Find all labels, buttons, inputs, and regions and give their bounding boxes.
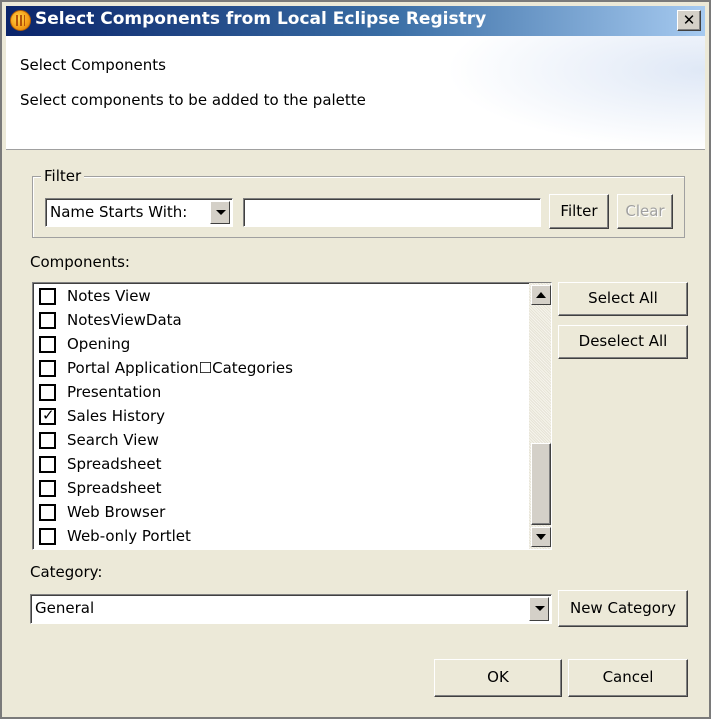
filter-legend: Filter	[41, 167, 85, 185]
component-label: Presentation	[67, 383, 162, 401]
dialog-header: Select Components Select components to b…	[6, 36, 705, 150]
window-title: Select Components from Local Eclipse Reg…	[35, 9, 487, 29]
filter-group: Filter Name Starts With: Filter Clear	[32, 167, 685, 238]
list-item[interactable]: Opening	[39, 333, 519, 356]
deselect-all-label: Deselect All	[578, 332, 668, 350]
chevron-down-icon[interactable]	[529, 597, 549, 621]
list-item[interactable]: Web-only Portlet	[39, 525, 519, 548]
component-label: Portal Application☐Categories	[67, 359, 293, 377]
header-description: Select components to be added to the pal…	[20, 91, 366, 109]
list-item[interactable]: Presentation	[39, 381, 519, 404]
list-item[interactable]: Portal Application☐Categories	[39, 357, 519, 380]
component-label: Web-only Portlet	[67, 527, 191, 545]
list-item[interactable]: Sales History	[39, 405, 519, 428]
component-label: Notes View	[67, 287, 151, 305]
component-label: Search View	[67, 431, 159, 449]
category-value: General	[35, 599, 95, 617]
clear-button-label: Clear	[625, 202, 665, 220]
new-category-label: New Category	[569, 599, 676, 617]
component-checkbox[interactable]	[39, 528, 56, 545]
components-label: Components:	[30, 253, 130, 271]
chevron-down-icon[interactable]	[210, 201, 230, 224]
clear-button[interactable]: Clear	[617, 194, 673, 229]
component-label: Web Browser	[67, 503, 166, 521]
component-label: Spreadsheet	[67, 479, 162, 497]
scroll-down-icon[interactable]	[531, 527, 551, 547]
category-label: Category:	[30, 563, 103, 581]
filter-button[interactable]: Filter	[549, 194, 609, 229]
component-checkbox[interactable]	[39, 360, 56, 377]
dialog-window: Select Components from Local Eclipse Reg…	[0, 0, 711, 719]
component-checkbox[interactable]	[39, 384, 56, 401]
title-bar[interactable]: Select Components from Local Eclipse Reg…	[6, 6, 705, 36]
component-label: Opening	[67, 335, 131, 353]
ok-button[interactable]: OK	[434, 659, 562, 697]
component-checkbox-checked[interactable]	[39, 406, 56, 425]
close-button[interactable]: ✕	[677, 10, 701, 31]
filter-text-input[interactable]	[243, 198, 541, 227]
app-icon	[10, 10, 31, 31]
component-checkbox[interactable]	[39, 456, 56, 473]
component-checkbox[interactable]	[39, 480, 56, 497]
close-icon: ✕	[682, 11, 696, 29]
component-checkbox[interactable]	[39, 432, 56, 449]
ok-label: OK	[487, 668, 509, 686]
scrollbar-thumb[interactable]	[531, 443, 551, 525]
components-scrollbar[interactable]	[529, 283, 551, 549]
component-checkbox[interactable]	[39, 312, 56, 329]
component-label: Spreadsheet	[67, 455, 162, 473]
list-item[interactable]: Spreadsheet	[39, 477, 519, 500]
category-select[interactable]: General	[30, 594, 552, 624]
list-item[interactable]: Spreadsheet	[39, 453, 519, 476]
components-list[interactable]: Notes View NotesViewData Opening Portal …	[32, 282, 552, 550]
list-item[interactable]: Notes View	[39, 285, 519, 308]
list-item[interactable]: Web Browser	[39, 501, 519, 524]
component-checkbox[interactable]	[39, 504, 56, 521]
header-title: Select Components	[20, 56, 166, 74]
filter-mode-select[interactable]: Name Starts With:	[45, 198, 233, 227]
component-label: Sales History	[67, 407, 166, 425]
component-checkbox[interactable]	[39, 288, 56, 305]
cancel-button[interactable]: Cancel	[568, 659, 688, 697]
cancel-label: Cancel	[602, 668, 654, 686]
deselect-all-button[interactable]: Deselect All	[558, 325, 688, 359]
filter-button-label: Filter	[560, 202, 598, 220]
component-label: NotesViewData	[67, 311, 182, 329]
component-checkbox[interactable]	[39, 336, 56, 353]
header-decoration	[445, 36, 705, 149]
list-item[interactable]: NotesViewData	[39, 309, 519, 332]
filter-mode-value: Name Starts With:	[50, 203, 188, 221]
scroll-up-icon[interactable]	[531, 285, 551, 305]
select-all-button[interactable]: Select All	[558, 282, 688, 316]
new-category-button[interactable]: New Category	[558, 590, 688, 627]
list-item[interactable]: Search View	[39, 429, 519, 452]
select-all-label: Select All	[588, 289, 658, 307]
